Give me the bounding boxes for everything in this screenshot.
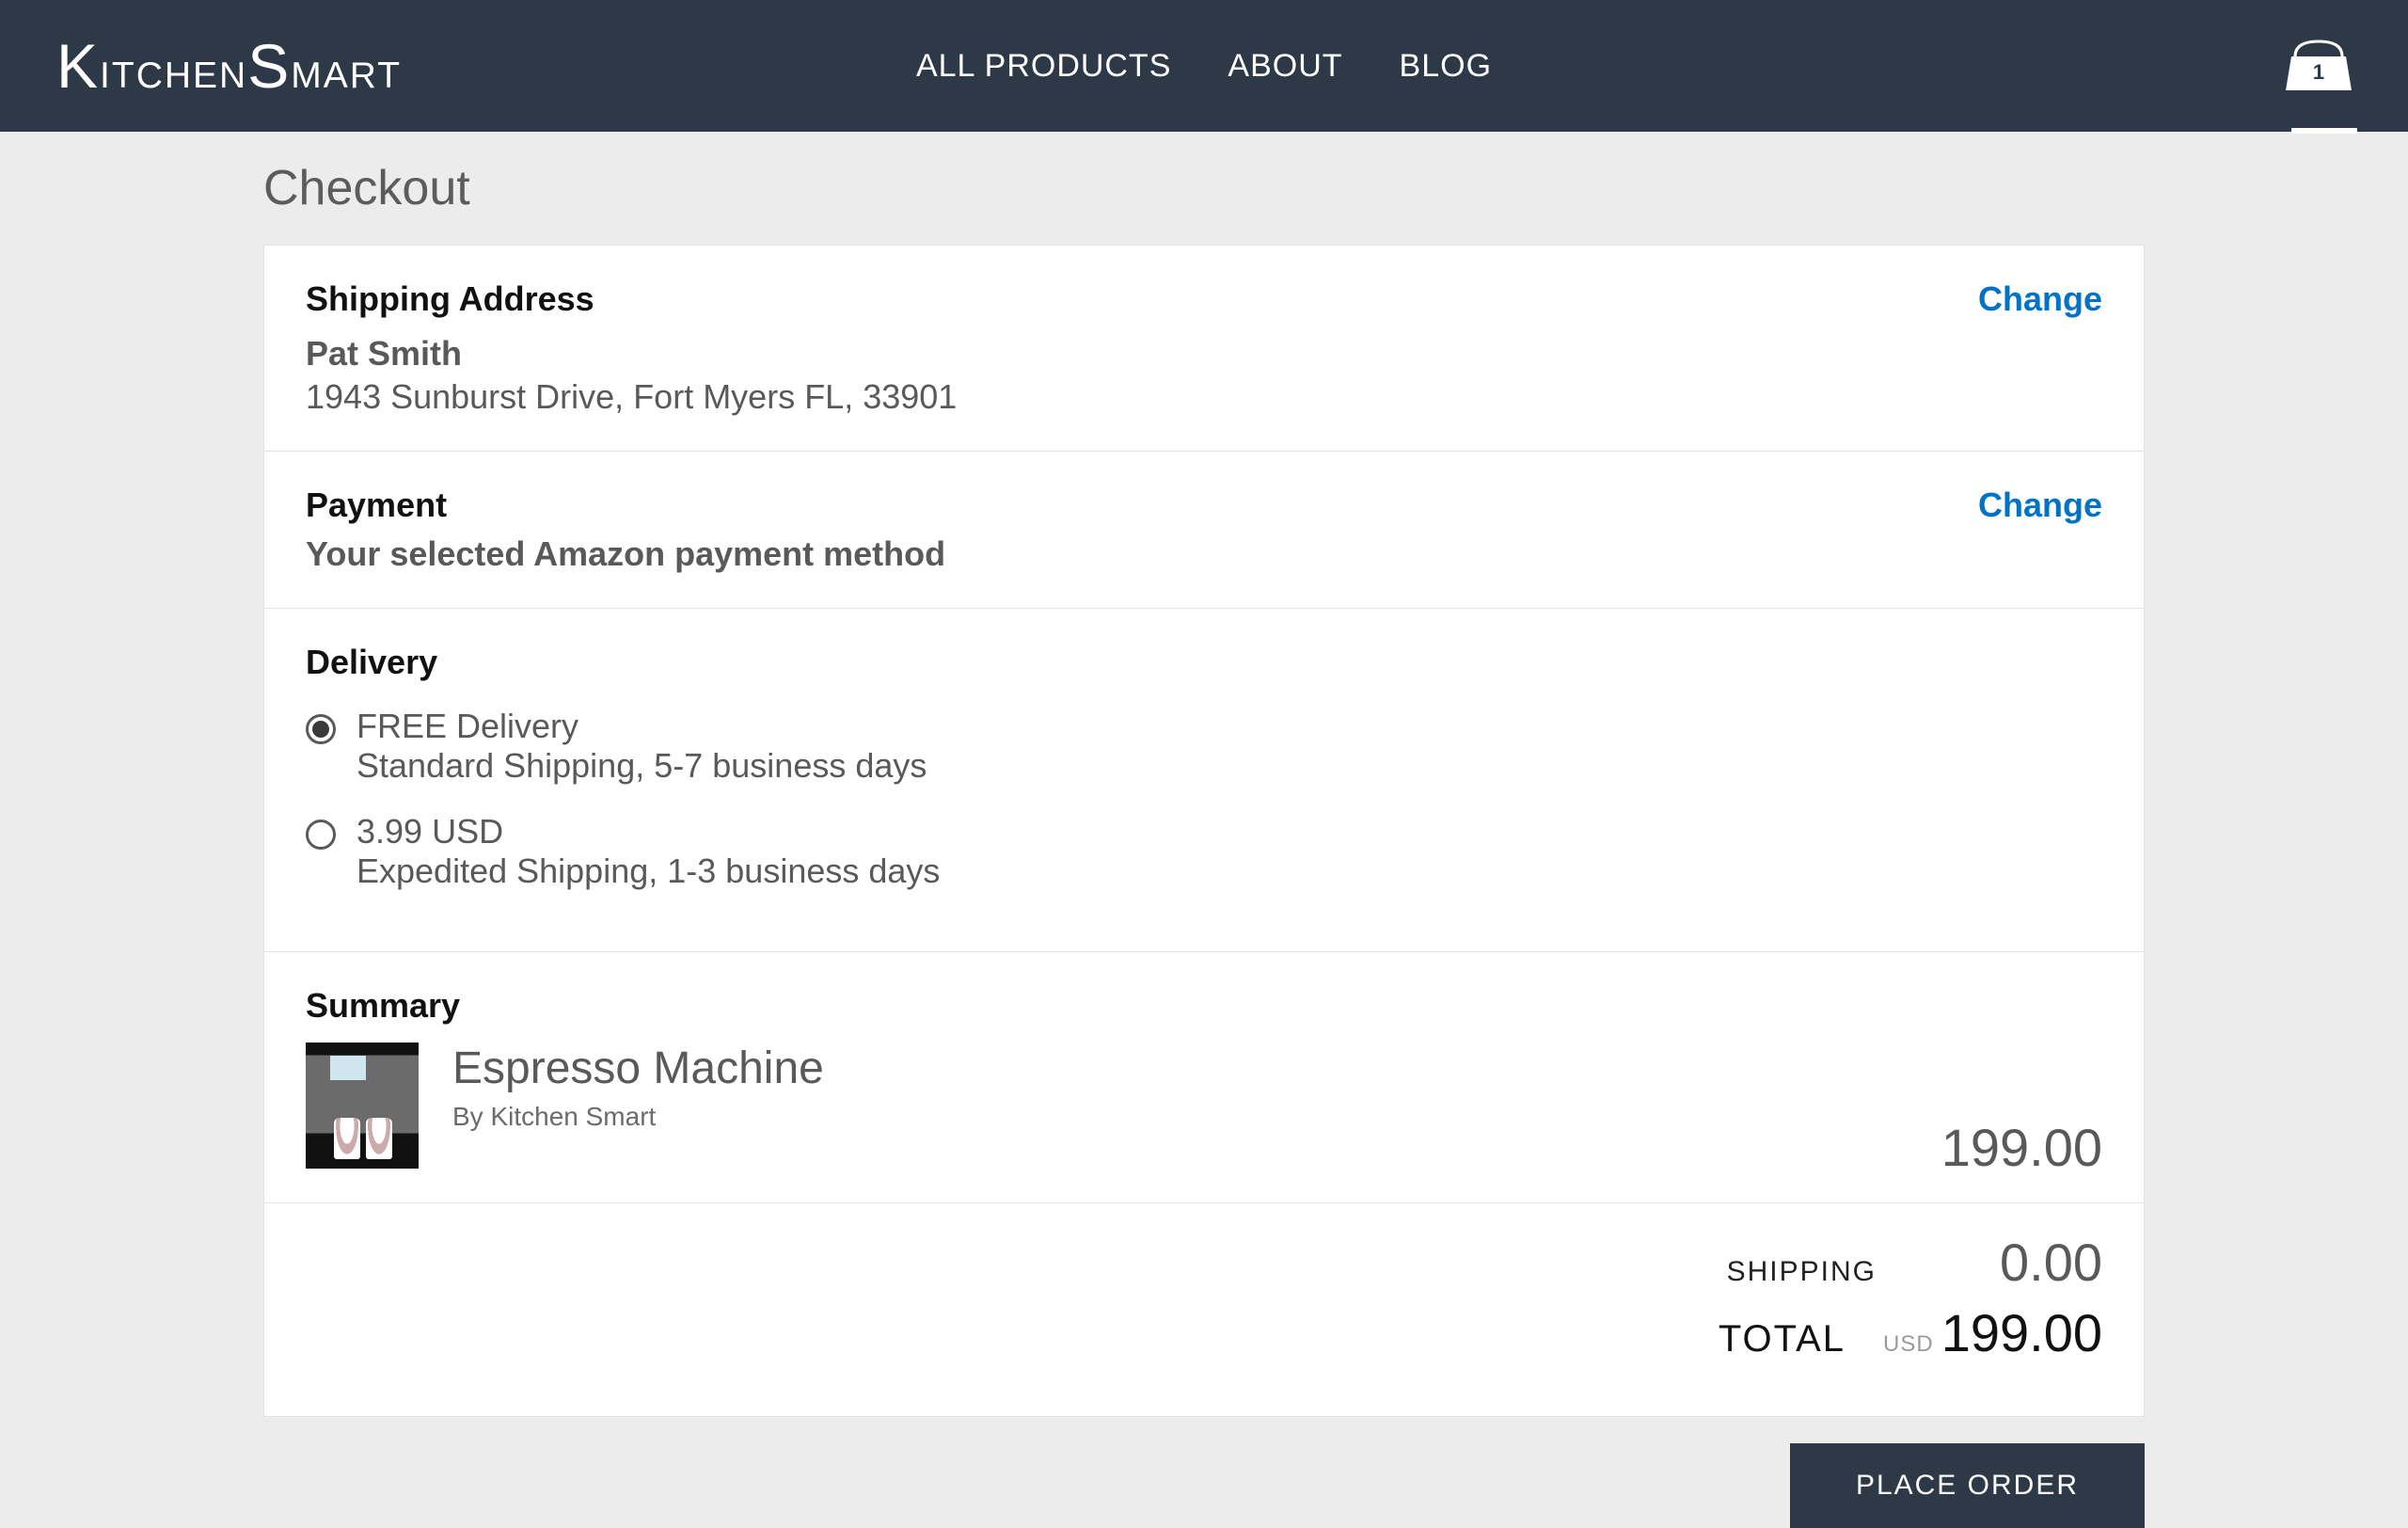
product-thumbnail (306, 1043, 419, 1169)
payment-method-label: Your selected Amazon payment method (306, 534, 2102, 574)
radio-icon (306, 714, 336, 744)
nav-about[interactable]: ABOUT (1228, 48, 1342, 85)
totals-section: SHIPPING 0.00 TOTAL USD199.00 (264, 1203, 2144, 1416)
payment-section: Payment Change Your selected Amazon paym… (264, 452, 2144, 609)
cta-row: PLACE ORDER (263, 1443, 2145, 1528)
primary-nav: ALL PRODUCTS ABOUT BLOG (916, 48, 1492, 85)
product-name: Espresso Machine (452, 1043, 824, 1094)
product-byline: By Kitchen Smart (452, 1102, 824, 1132)
page-title: Checkout (263, 160, 2145, 216)
delivery-option-expedited[interactable]: 3.99 USD Expedited Shipping, 1-3 busines… (306, 812, 2102, 891)
shipping-total-value: 0.00 (1914, 1232, 2102, 1293)
logo[interactable]: KitchenSmart (56, 30, 402, 102)
checkout-page: Checkout Shipping Address Change Pat Smi… (263, 160, 2145, 1528)
change-payment-link[interactable]: Change (1978, 485, 2102, 525)
payment-title: Payment (306, 485, 2102, 525)
checkout-card: Shipping Address Change Pat Smith 1943 S… (263, 245, 2145, 1417)
currency-code: USD (1883, 1331, 1934, 1357)
delivery-option-desc: Expedited Shipping, 1-3 business days (356, 852, 940, 891)
delivery-option-text: 3.99 USD Expedited Shipping, 1-3 busines… (356, 812, 940, 891)
change-shipping-link[interactable]: Change (1978, 279, 2102, 319)
delivery-option-price: 3.99 USD (356, 812, 940, 852)
radio-icon (306, 820, 336, 850)
delivery-option-price: FREE Delivery (356, 707, 927, 746)
grand-total-label: TOTAL (1719, 1318, 1846, 1361)
summary-title: Summary (306, 986, 2102, 1026)
summary-section: Summary Espresso Machine By Kitchen Smar… (264, 952, 2144, 1203)
delivery-option-desc: Standard Shipping, 5-7 business days (356, 746, 927, 786)
shipping-name: Pat Smith (306, 334, 2102, 374)
cart-active-indicator (2291, 128, 2357, 134)
delivery-title: Delivery (306, 643, 2102, 682)
grand-total-value: USD199.00 (1883, 1302, 2102, 1363)
product-price: 199.00 (1941, 1117, 2102, 1178)
summary-item: Espresso Machine By Kitchen Smart 199.00 (306, 1043, 2102, 1169)
site-header: KitchenSmart ALL PRODUCTS ABOUT BLOG 1 (0, 0, 2408, 132)
place-order-button[interactable]: PLACE ORDER (1790, 1443, 2145, 1528)
cart-button[interactable]: 1 (2286, 38, 2352, 94)
nav-blog[interactable]: BLOG (1400, 48, 1492, 85)
grand-total-row: TOTAL USD199.00 (306, 1302, 2102, 1363)
shipping-section: Shipping Address Change Pat Smith 1943 S… (264, 246, 2144, 452)
product-texts: Espresso Machine By Kitchen Smart (452, 1043, 824, 1132)
shipping-total-label: SHIPPING (1727, 1256, 1877, 1288)
delivery-option-free[interactable]: FREE Delivery Standard Shipping, 5-7 bus… (306, 707, 2102, 786)
delivery-option-text: FREE Delivery Standard Shipping, 5-7 bus… (356, 707, 927, 786)
delivery-section: Delivery FREE Delivery Standard Shipping… (264, 609, 2144, 952)
shipping-title: Shipping Address (306, 279, 2102, 319)
delivery-options: FREE Delivery Standard Shipping, 5-7 bus… (306, 707, 2102, 891)
cart-count: 1 (2286, 60, 2352, 85)
nav-all-products[interactable]: ALL PRODUCTS (916, 48, 1171, 85)
shipping-total-row: SHIPPING 0.00 (306, 1232, 2102, 1293)
shipping-address: 1943 Sunburst Drive, Fort Myers FL, 3390… (306, 377, 2102, 417)
